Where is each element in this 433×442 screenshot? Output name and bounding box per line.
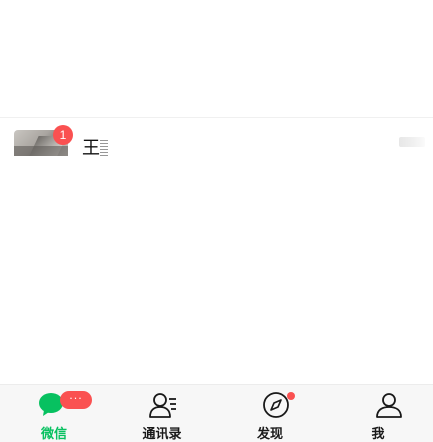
tab-me-label: 我 <box>371 427 385 442</box>
avatar-image-shadow <box>14 146 68 156</box>
discover-new-dot <box>287 392 295 400</box>
unread-count-badge: 1 <box>53 125 73 145</box>
tab-contacts[interactable]: 通讯录 <box>108 385 216 442</box>
chat-name-text: 王 <box>82 138 100 159</box>
wechat-screen: 1 王 ··· 微信 通讯录 发现 我 <box>0 0 433 442</box>
tab-discover-label: 发现 <box>256 427 283 442</box>
tab-contacts-label: 通讯录 <box>142 427 182 442</box>
chat-name: 王 <box>82 134 108 160</box>
divider <box>0 117 433 118</box>
tab-chats[interactable]: ··· 微信 <box>0 385 108 442</box>
tab-discover[interactable]: 发现 <box>216 385 324 442</box>
chat-list-item[interactable]: 1 王 <box>0 120 433 170</box>
person-icon <box>376 393 402 418</box>
chat-timestamp-redacted <box>399 137 425 147</box>
redacted-text <box>100 140 108 156</box>
contacts-icon <box>149 393 176 418</box>
tab-chats-label: 微信 <box>40 427 67 442</box>
bottom-tab-bar: ··· 微信 通讯录 发现 我 <box>0 384 433 442</box>
tab-me[interactable]: 我 <box>324 385 432 442</box>
chats-badge: ··· <box>60 391 92 409</box>
